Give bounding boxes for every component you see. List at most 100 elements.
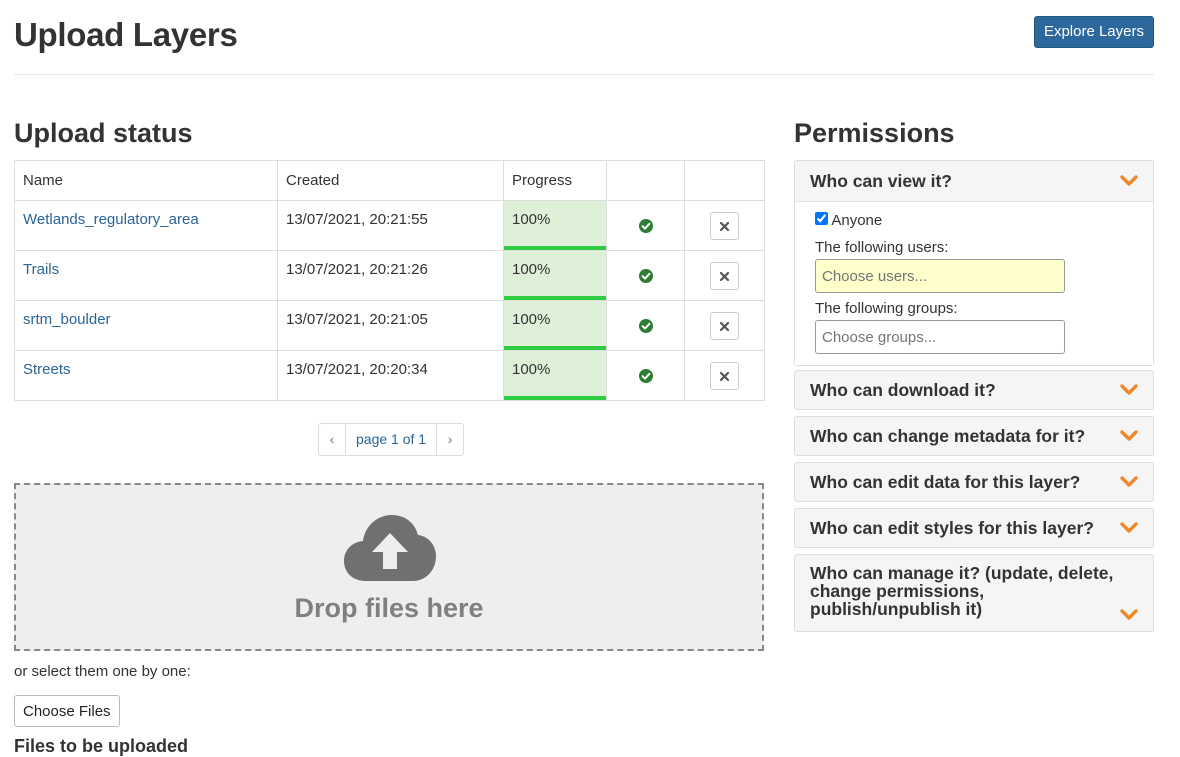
permission-panel: Who can change metadata for it? xyxy=(794,416,1154,456)
layer-link[interactable]: Streets xyxy=(23,361,71,378)
permission-panel-title: Who can edit data for this layer? xyxy=(810,472,1081,492)
choose-files-button[interactable]: Choose Files xyxy=(14,695,120,727)
page: Upload Layers Explore Layers Upload stat… xyxy=(14,0,1154,756)
cell-created: 13/07/2021, 20:21:26 xyxy=(277,250,504,301)
chevron-down-icon xyxy=(1120,476,1138,487)
cell-progress: 100% xyxy=(503,300,607,351)
progress-text: 100% xyxy=(512,311,551,328)
permission-panel-header[interactable]: Who can edit data for this layer? xyxy=(795,463,1153,501)
times-icon xyxy=(719,371,730,381)
progress-bar xyxy=(504,396,606,400)
pagination-prev-button[interactable]: ‹ xyxy=(319,424,345,455)
file-dropzone[interactable]: Drop files here xyxy=(14,483,764,651)
column-header-remove xyxy=(684,160,765,201)
chevron-down-icon xyxy=(1120,609,1138,620)
remove-upload-button[interactable] xyxy=(710,311,739,340)
cell-status xyxy=(606,300,685,351)
chevron-down-icon xyxy=(1120,175,1138,186)
times-icon xyxy=(719,271,730,281)
permission-panel-header[interactable]: Who can change metadata for it? xyxy=(795,417,1153,455)
cell-status xyxy=(606,350,685,401)
times-icon xyxy=(719,321,730,331)
anyone-label: Anyone xyxy=(831,212,883,229)
cell-status xyxy=(606,250,685,301)
column-header-name: Name xyxy=(14,160,278,201)
column-header-status xyxy=(606,160,685,201)
chevron-down-icon xyxy=(1120,430,1138,441)
permission-panel-title: Who can download it? xyxy=(810,380,996,400)
cell-created: 13/07/2021, 20:21:05 xyxy=(277,300,504,351)
page-title: Upload Layers xyxy=(14,16,238,53)
table-row: srtm_boulder 13/07/2021, 20:21:05 100% xyxy=(14,300,765,351)
table-row: Wetlands_regulatory_area 13/07/2021, 20:2… xyxy=(14,200,765,251)
cell-remove xyxy=(684,250,765,301)
permission-panel-header[interactable]: Who can download it? xyxy=(795,371,1153,409)
cell-created: 13/07/2021, 20:21:55 xyxy=(277,200,504,251)
remove-upload-button[interactable] xyxy=(710,211,739,240)
upload-status-title: Upload status xyxy=(14,118,193,148)
groups-input[interactable] xyxy=(815,320,1065,354)
permission-panel-header[interactable]: Who can manage it? (update, delete, chan… xyxy=(795,555,1153,631)
progress-bar xyxy=(504,246,606,250)
table-row: Trails 13/07/2021, 20:21:26 100% xyxy=(14,250,765,301)
permission-panel-title: Who can manage it? (update, delete, chan… xyxy=(810,563,1114,619)
permission-panel: Who can edit styles for this layer? xyxy=(794,508,1154,548)
layer-link[interactable]: Trails xyxy=(23,261,59,278)
cell-status xyxy=(606,200,685,251)
cell-name: Streets xyxy=(14,350,278,401)
progress-bar xyxy=(504,346,606,350)
remove-upload-button[interactable] xyxy=(710,261,739,290)
permission-panel: Who can download it? xyxy=(794,370,1154,410)
users-field-label: The following users: xyxy=(815,239,949,256)
cell-remove xyxy=(684,200,765,251)
column-header-created: Created xyxy=(277,160,504,201)
progress-bar xyxy=(504,296,606,300)
column-header-progress: Progress xyxy=(503,160,607,201)
layer-link[interactable]: Wetlands_regulatory_area xyxy=(23,211,199,228)
select-files-text: or select them one by one: xyxy=(14,663,191,680)
permission-panel-view: Who can view it? Anyone The following us… xyxy=(794,160,1154,366)
layer-link[interactable]: srtm_boulder xyxy=(23,311,111,328)
remove-upload-button[interactable] xyxy=(710,361,739,390)
groups-field-label: The following groups: xyxy=(815,300,958,317)
permission-panel-title: Who can edit styles for this layer? xyxy=(810,518,1094,538)
cell-progress: 100% xyxy=(503,250,607,301)
progress-text: 100% xyxy=(512,211,551,228)
cell-created: 13/07/2021, 20:20:34 xyxy=(277,350,504,401)
upload-status-table: Name Created Progress Wetlands_regulator… xyxy=(14,160,765,401)
progress-text: 100% xyxy=(512,361,551,378)
permission-panel-header[interactable]: Who can edit styles for this layer? xyxy=(795,509,1153,547)
cell-name: Trails xyxy=(14,250,278,301)
cell-progress: 100% xyxy=(503,350,607,401)
pagination-next-button[interactable]: › xyxy=(437,424,463,455)
permission-panel: Who can manage it? (update, delete, chan… xyxy=(794,554,1154,632)
chevron-down-icon xyxy=(1120,522,1138,533)
cell-name: Wetlands_regulatory_area xyxy=(14,200,278,251)
permission-panel-title: Who can change metadata for it? xyxy=(810,426,1086,446)
times-icon xyxy=(719,221,730,231)
cell-progress: 100% xyxy=(503,200,607,251)
cell-remove xyxy=(684,350,765,401)
permission-panel-view-title: Who can view it? xyxy=(810,171,952,191)
files-to-upload-title: Files to be uploaded xyxy=(14,736,189,756)
cloud-upload-icon xyxy=(344,515,436,581)
cell-name: srtm_boulder xyxy=(14,300,278,351)
table-header-row: Name Created Progress xyxy=(14,160,765,201)
page-header: Upload Layers Explore Layers xyxy=(14,0,1154,75)
permission-panel-view-header[interactable]: Who can view it? xyxy=(795,161,1153,201)
progress-text: 100% xyxy=(512,261,551,278)
explore-layers-button[interactable]: Explore Layers xyxy=(1033,16,1154,48)
check-circle-icon xyxy=(638,369,653,384)
check-circle-icon xyxy=(638,219,653,234)
pagination: ‹ page 1 of 1 › xyxy=(318,423,465,456)
cell-remove xyxy=(684,300,765,351)
anyone-checkbox-row[interactable]: Anyone xyxy=(815,212,1133,232)
check-circle-icon xyxy=(638,319,653,334)
dropzone-label: Drop files here xyxy=(294,593,484,623)
anyone-checkbox[interactable] xyxy=(815,212,828,225)
permissions-title: Permissions xyxy=(794,118,955,148)
permission-panel: Who can edit data for this layer? xyxy=(794,462,1154,502)
chevron-down-icon xyxy=(1120,384,1138,395)
users-input[interactable] xyxy=(815,259,1065,293)
permission-panel-view-body: Anyone The following users: The followin… xyxy=(795,201,1153,365)
